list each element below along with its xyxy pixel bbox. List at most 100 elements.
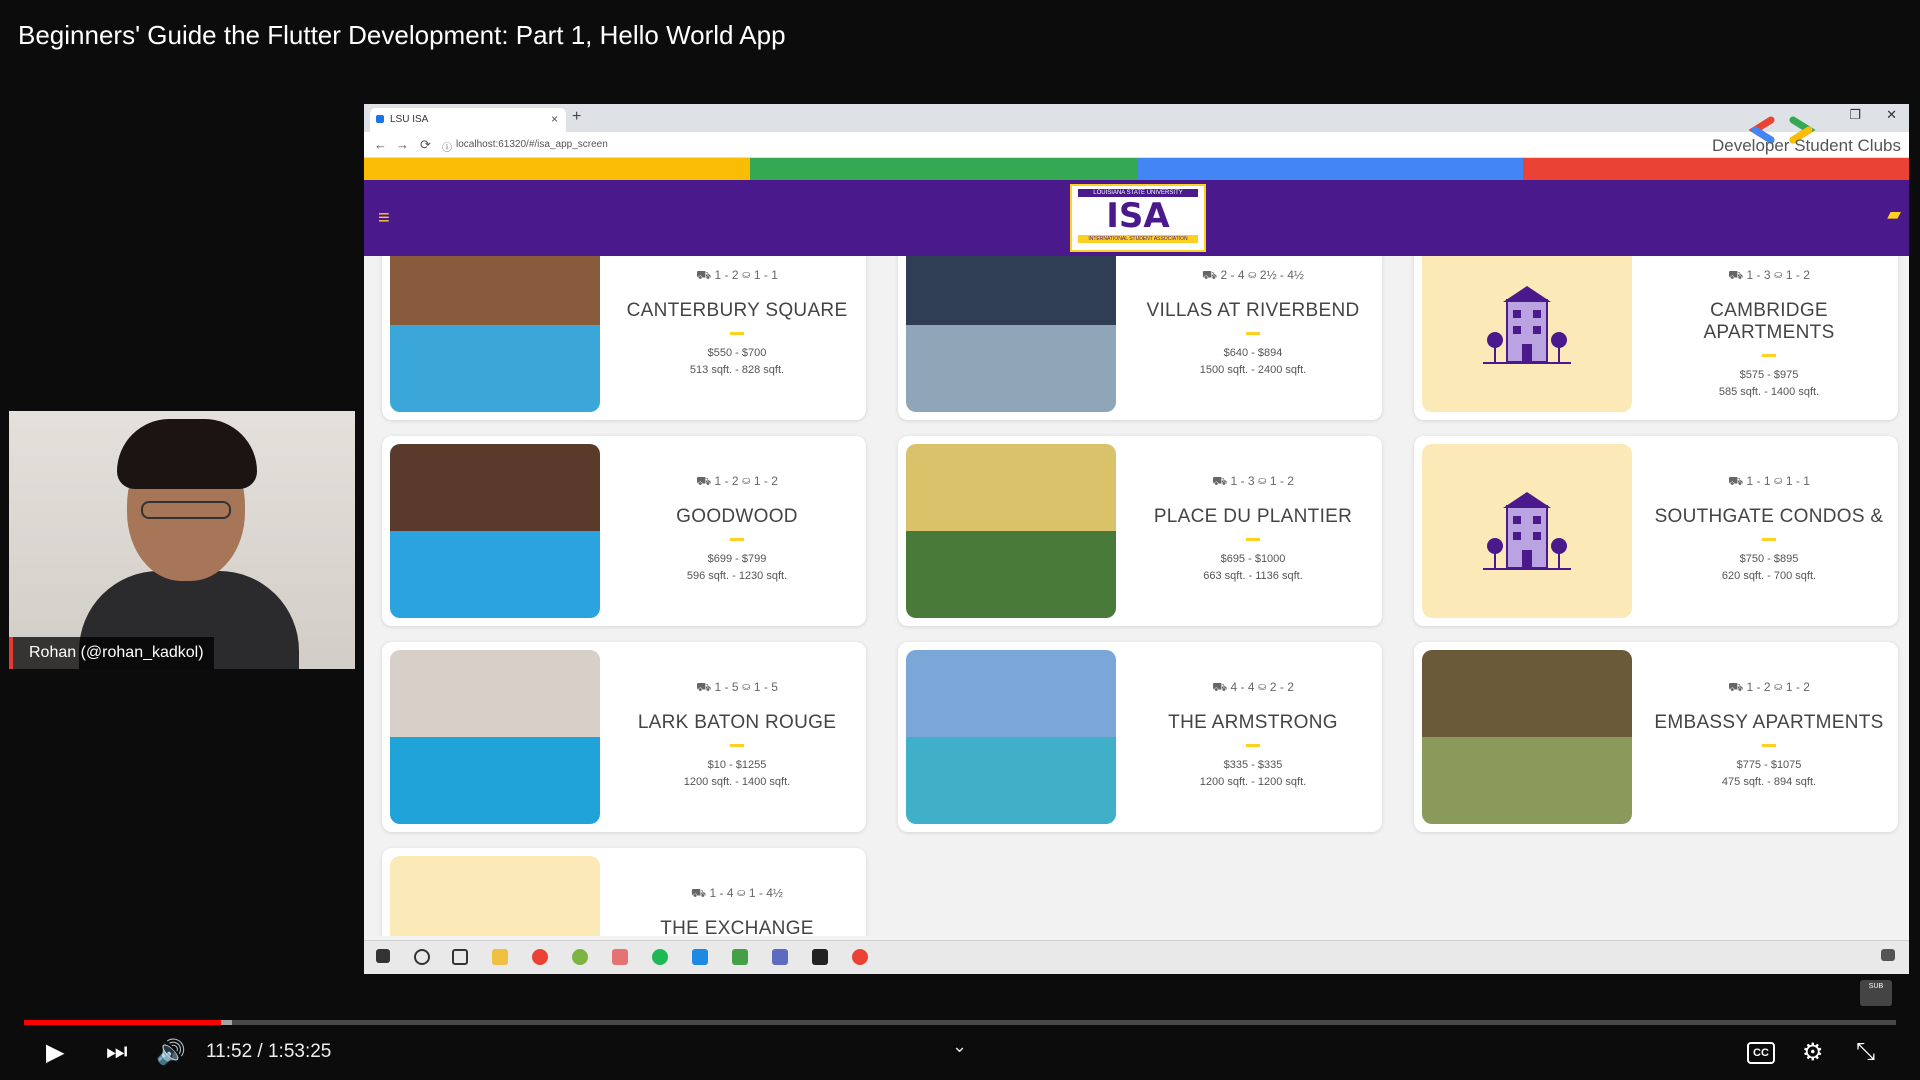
sqft-range: 1500 sqft. - 2400 sqft. bbox=[1199, 364, 1307, 376]
listing-photo bbox=[390, 650, 600, 824]
logo-association-text: INTERNATIONAL STUDENT ASSOCIATION bbox=[1078, 235, 1198, 243]
bed-count: 1 - 3 bbox=[1746, 268, 1771, 282]
restore-window-icon[interactable]: ❐ bbox=[1849, 107, 1861, 123]
settings-icon[interactable]: ⚙ bbox=[1802, 1038, 1824, 1067]
listing-name: VILLAS AT RIVERBEND bbox=[1146, 300, 1360, 321]
listing-card[interactable]: ⛟ 2 - 4 ⛀ 2½ - 4½ VILLAS AT RIVERBEND $640… bbox=[898, 256, 1382, 420]
bed-icon: ⛟ bbox=[1728, 474, 1747, 488]
room-counts: ⛟ 1 - 1 ⛀ 1 - 1 bbox=[1644, 474, 1894, 490]
listing-card[interactable]: ⛟ 1 - 2 ⛀ 1 - 1 CANTERBURY SQUARE $550 - $… bbox=[382, 256, 866, 420]
room-counts: ⛟ 2 - 4 ⛀ 2½ - 4½ bbox=[1128, 268, 1378, 284]
chrome-icon[interactable] bbox=[532, 949, 548, 965]
sqft-range: 1200 sqft. - 1400 sqft. bbox=[683, 776, 791, 788]
bed-count: 1 - 2 bbox=[714, 474, 739, 488]
divider bbox=[730, 538, 744, 541]
app-icon[interactable] bbox=[732, 949, 748, 965]
close-tab-icon[interactable]: × bbox=[551, 112, 558, 126]
presenter-name-tag: Rohan (@rohan_kadkol) bbox=[9, 637, 214, 669]
app-icon[interactable] bbox=[772, 949, 788, 965]
bed-icon: ⛟ bbox=[696, 680, 715, 694]
bath-icon: ⛀ bbox=[738, 680, 754, 694]
shared-screen: LSU ISA × + ❐ ✕ ← → ⟳ ⓘ localhost:61320/… bbox=[364, 104, 1909, 974]
listing-card[interactable]: ⛟ 1 - 1 ⛀ 1 - 1 SOUTHGATE CONDOS & $750 - … bbox=[1414, 436, 1898, 626]
bath-icon: ⛀ bbox=[1770, 474, 1786, 488]
site-info-icon[interactable]: ⓘ bbox=[442, 139, 452, 154]
logo-isa-text: ISA bbox=[1106, 196, 1170, 236]
price-range: $575 - $975 bbox=[1739, 369, 1799, 381]
reload-icon[interactable]: ⟳ bbox=[420, 137, 431, 153]
divider bbox=[1762, 744, 1776, 747]
bath-count: 1 - 5 bbox=[753, 680, 778, 694]
listing-name: CANTERBURY SQUARE bbox=[626, 300, 848, 321]
back-icon[interactable]: ← bbox=[374, 137, 387, 152]
new-tab-button[interactable]: + bbox=[572, 108, 581, 126]
listing-card[interactable]: ⛟ 1 - 2 ⛀ 1 - 2 GOODWOOD $699 - $799 596 sq… bbox=[382, 436, 866, 626]
play-icon[interactable]: ▶ bbox=[46, 1038, 64, 1067]
house-icon bbox=[1483, 492, 1571, 570]
vscode-icon[interactable] bbox=[692, 949, 708, 965]
listing-card[interactable]: ⛟ 4 - 4 ⛀ 2 - 2 THE ARMSTRONG $335 - $335 1… bbox=[898, 642, 1382, 832]
exit-fullscreen-icon[interactable]: ⤡ bbox=[1856, 1038, 1875, 1066]
app-icon[interactable] bbox=[572, 949, 588, 965]
search-icon[interactable] bbox=[414, 949, 430, 965]
listing-card[interactable]: ⛟ 1 - 4 ⛀ 1 - 4½ THE EXCHANGE bbox=[382, 848, 866, 936]
price-range: $775 - $1075 bbox=[1736, 759, 1802, 771]
forward-icon[interactable]: → bbox=[396, 137, 409, 152]
url-field[interactable]: localhost:61320/#/isa_app_screen bbox=[456, 139, 608, 150]
hamburger-menu-icon[interactable]: ≡ bbox=[378, 207, 394, 230]
sqft-range: 620 sqft. - 700 sqft. bbox=[1721, 570, 1817, 582]
terminal-icon[interactable] bbox=[812, 949, 828, 965]
subscribe-badge[interactable]: SUB bbox=[1860, 980, 1892, 1006]
listing-photo bbox=[906, 256, 1116, 412]
divider bbox=[730, 744, 744, 747]
room-counts: ⛟ 1 - 3 ⛀ 1 - 2 bbox=[1128, 474, 1378, 490]
divider bbox=[1762, 538, 1776, 541]
sqft-range: 513 sqft. - 828 sqft. bbox=[689, 364, 785, 376]
bed-count: 1 - 5 bbox=[714, 680, 739, 694]
listing-info: ⛟ 1 - 2 ⛀ 1 - 1 CANTERBURY SQUARE $550 - $… bbox=[612, 256, 862, 420]
spotify-icon[interactable] bbox=[652, 949, 668, 965]
browser-tab[interactable]: LSU ISA × bbox=[370, 108, 566, 132]
listing-info: ⛟ 1 - 5 ⛀ 1 - 5 LARK BATON ROUGE $10 - $12… bbox=[612, 642, 862, 832]
video-title: Beginners' Guide the Flutter Development… bbox=[18, 20, 786, 50]
bath-icon: ⛀ bbox=[1770, 268, 1786, 282]
listing-name: THE ARMSTRONG bbox=[1168, 712, 1338, 733]
bed-count: 1 - 1 bbox=[1746, 474, 1771, 488]
price-range: $699 - $799 bbox=[707, 553, 767, 565]
bed-icon: ⛟ bbox=[696, 268, 715, 282]
start-icon[interactable] bbox=[376, 949, 390, 963]
sqft-range: 596 sqft. - 1230 sqft. bbox=[686, 570, 788, 582]
house-placeholder-image bbox=[1422, 444, 1632, 618]
price-range: $335 - $335 bbox=[1223, 759, 1283, 771]
house-placeholder-image bbox=[1422, 256, 1632, 412]
bed-icon: ⛟ bbox=[1728, 268, 1747, 282]
listing-info: ⛟ 1 - 4 ⛀ 1 - 4½ THE EXCHANGE bbox=[612, 848, 862, 936]
bath-icon: ⛀ bbox=[738, 268, 754, 282]
listing-card[interactable]: ⛟ 1 - 3 ⛀ 1 - 2 CAMBRIDGE APARTMENTS $575 … bbox=[1414, 256, 1898, 420]
task-view-icon[interactable] bbox=[452, 949, 468, 965]
bed-count: 1 - 2 bbox=[714, 268, 739, 282]
room-counts: ⛟ 1 - 2 ⛀ 1 - 2 bbox=[1644, 680, 1894, 696]
captions-button[interactable]: CC bbox=[1747, 1042, 1775, 1064]
app-icon[interactable] bbox=[612, 949, 628, 965]
listing-info: ⛟ 1 - 2 ⛀ 1 - 2 GOODWOOD $699 - $799 596 sq… bbox=[612, 436, 862, 626]
bath-count: 2½ - 4½ bbox=[1259, 268, 1304, 282]
volume-icon[interactable]: 🔊 bbox=[156, 1038, 186, 1067]
price-range: $695 - $1000 bbox=[1220, 553, 1286, 565]
listing-card[interactable]: ⛟ 1 - 5 ⛀ 1 - 5 LARK BATON ROUGE $10 - $12… bbox=[382, 642, 866, 832]
chrome-icon[interactable] bbox=[852, 949, 868, 965]
listing-card[interactable]: ⛟ 1 - 2 ⛀ 1 - 2 EMBASSY APARTMENTS $775 - … bbox=[1414, 642, 1898, 832]
progress-bar[interactable] bbox=[24, 1020, 1896, 1025]
close-window-icon[interactable]: ✕ bbox=[1886, 107, 1897, 123]
bed-icon: ⛟ bbox=[1202, 268, 1221, 282]
bath-count: 1 - 2 bbox=[1269, 474, 1294, 488]
notifications-icon[interactable] bbox=[1881, 949, 1895, 961]
next-icon[interactable]: ⏭ bbox=[106, 1038, 128, 1066]
divider bbox=[1762, 354, 1776, 357]
stripe-green bbox=[750, 158, 1137, 180]
bed-count: 1 - 3 bbox=[1230, 474, 1255, 488]
chevron-down-icon[interactable]: ⌄ bbox=[952, 1036, 967, 1057]
chat-icon[interactable]: ▰ bbox=[1887, 204, 1901, 225]
file-explorer-icon[interactable] bbox=[492, 949, 508, 965]
listing-card[interactable]: ⛟ 1 - 3 ⛀ 1 - 2 PLACE DU PLANTIER $695 - $… bbox=[898, 436, 1382, 626]
